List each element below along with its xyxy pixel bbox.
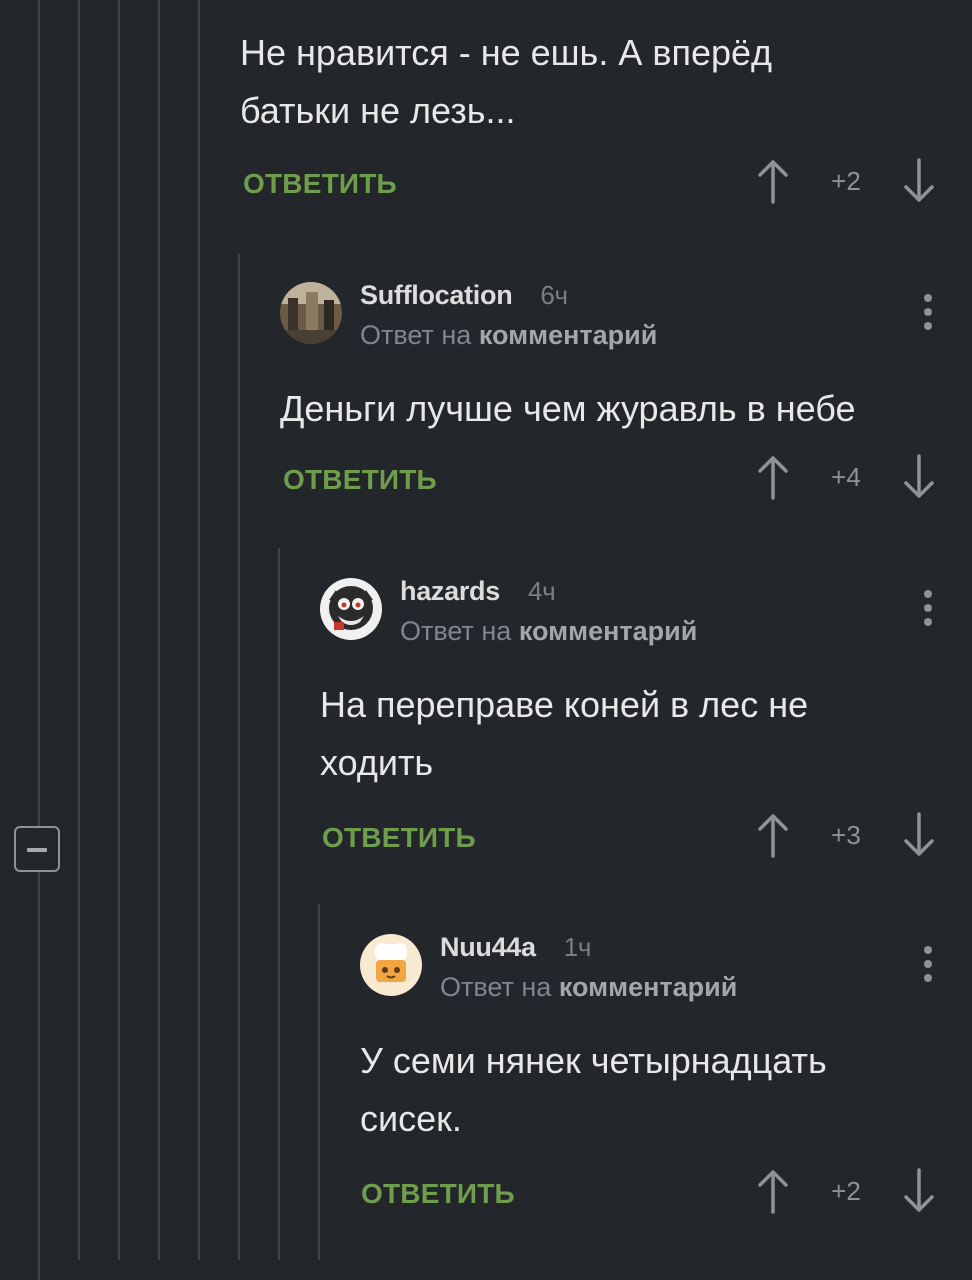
- thread-line: [78, 0, 80, 1260]
- score: +4: [831, 462, 861, 492]
- reply-to-prefix: Ответ на: [360, 320, 472, 350]
- comment-header: Nuu44a 1ч Ответ на комментарий: [360, 932, 972, 1004]
- thread-line: [238, 254, 240, 1260]
- arrow-up-icon[interactable]: [756, 812, 790, 858]
- comment-time: 6ч: [540, 280, 568, 310]
- reply-to-prefix: Ответ на: [440, 972, 552, 1002]
- arrow-down-icon[interactable]: [902, 454, 936, 500]
- arrow-up-icon[interactable]: [756, 158, 790, 204]
- reply-to-label: Ответ на комментарий: [440, 972, 737, 1003]
- score: +2: [831, 1176, 861, 1206]
- comment-text: Деньги лучше чем журавль в небе: [280, 388, 856, 429]
- arrow-down-icon[interactable]: [902, 812, 936, 858]
- collapse-thread-button[interactable]: [14, 826, 60, 872]
- thread-line: [198, 0, 200, 250]
- comment-header: hazards 4ч Ответ на комментарий: [320, 576, 972, 648]
- rating: +2: [756, 1168, 936, 1218]
- rating: +4: [756, 454, 936, 504]
- reply-to-prefix: Ответ на: [400, 616, 512, 646]
- reply-to-link[interactable]: комментарий: [479, 320, 658, 350]
- reply-to-label: Ответ на комментарий: [360, 320, 657, 351]
- rating: +2: [756, 158, 936, 208]
- more-vertical-icon[interactable]: [924, 946, 932, 988]
- comment: hazards 4ч Ответ на комментарий На перепр…: [320, 576, 972, 882]
- reply-to-link[interactable]: комментарий: [559, 972, 738, 1002]
- reply-button[interactable]: ОТВЕТИТЬ: [283, 464, 437, 496]
- reply-to-label: Ответ на комментарий: [400, 616, 697, 647]
- thread-line: [318, 904, 320, 1260]
- thread-line: [278, 548, 280, 1260]
- avatar[interactable]: [280, 282, 342, 344]
- comment-text: У семи нянек четырнадцать сисек.: [360, 1040, 827, 1139]
- comment-time: 1ч: [563, 932, 592, 962]
- reply-to-link[interactable]: комментарий: [519, 616, 698, 646]
- more-vertical-icon[interactable]: [924, 590, 932, 632]
- arrow-down-icon[interactable]: [902, 1168, 936, 1214]
- avatar[interactable]: [320, 578, 382, 640]
- reply-button[interactable]: ОТВЕТИТЬ: [243, 168, 397, 200]
- comment: Nuu44a 1ч Ответ на комментарий У семи нян…: [360, 932, 972, 1238]
- comment-text: На переправе коней в лес не ходить: [320, 684, 809, 783]
- score: +2: [831, 166, 861, 196]
- rating: +3: [756, 812, 936, 862]
- arrow-up-icon[interactable]: [756, 1168, 790, 1214]
- arrow-down-icon[interactable]: [902, 158, 936, 204]
- comment-text: Не нравится - не ешь. А вперёд батьки не…: [240, 32, 773, 131]
- username[interactable]: Sufflocation 6ч: [360, 280, 568, 311]
- more-vertical-icon[interactable]: [924, 294, 932, 336]
- username-text[interactable]: Nuu44a: [440, 932, 536, 962]
- comment: Sufflocation 6ч Ответ на комментарий День…: [280, 280, 972, 524]
- thread-line: [118, 0, 120, 1260]
- username-text[interactable]: Sufflocation: [360, 280, 513, 310]
- username[interactable]: Nuu44a 1ч: [440, 932, 591, 963]
- username[interactable]: hazards 4ч: [400, 576, 556, 607]
- score: +3: [831, 820, 861, 850]
- comment: Не нравится - не ешь. А вперёд батьки не…: [240, 24, 972, 228]
- username-text[interactable]: hazards: [400, 576, 500, 606]
- reply-button[interactable]: ОТВЕТИТЬ: [322, 822, 476, 854]
- arrow-up-icon[interactable]: [756, 454, 790, 500]
- thread-line: [198, 250, 200, 1260]
- comment-time: 4ч: [527, 576, 556, 606]
- thread-line: [38, 0, 40, 1280]
- reply-button[interactable]: ОТВЕТИТЬ: [361, 1178, 515, 1210]
- thread-line: [158, 0, 160, 1260]
- comment-header: Sufflocation 6ч Ответ на комментарий: [280, 280, 972, 352]
- avatar[interactable]: [360, 934, 422, 996]
